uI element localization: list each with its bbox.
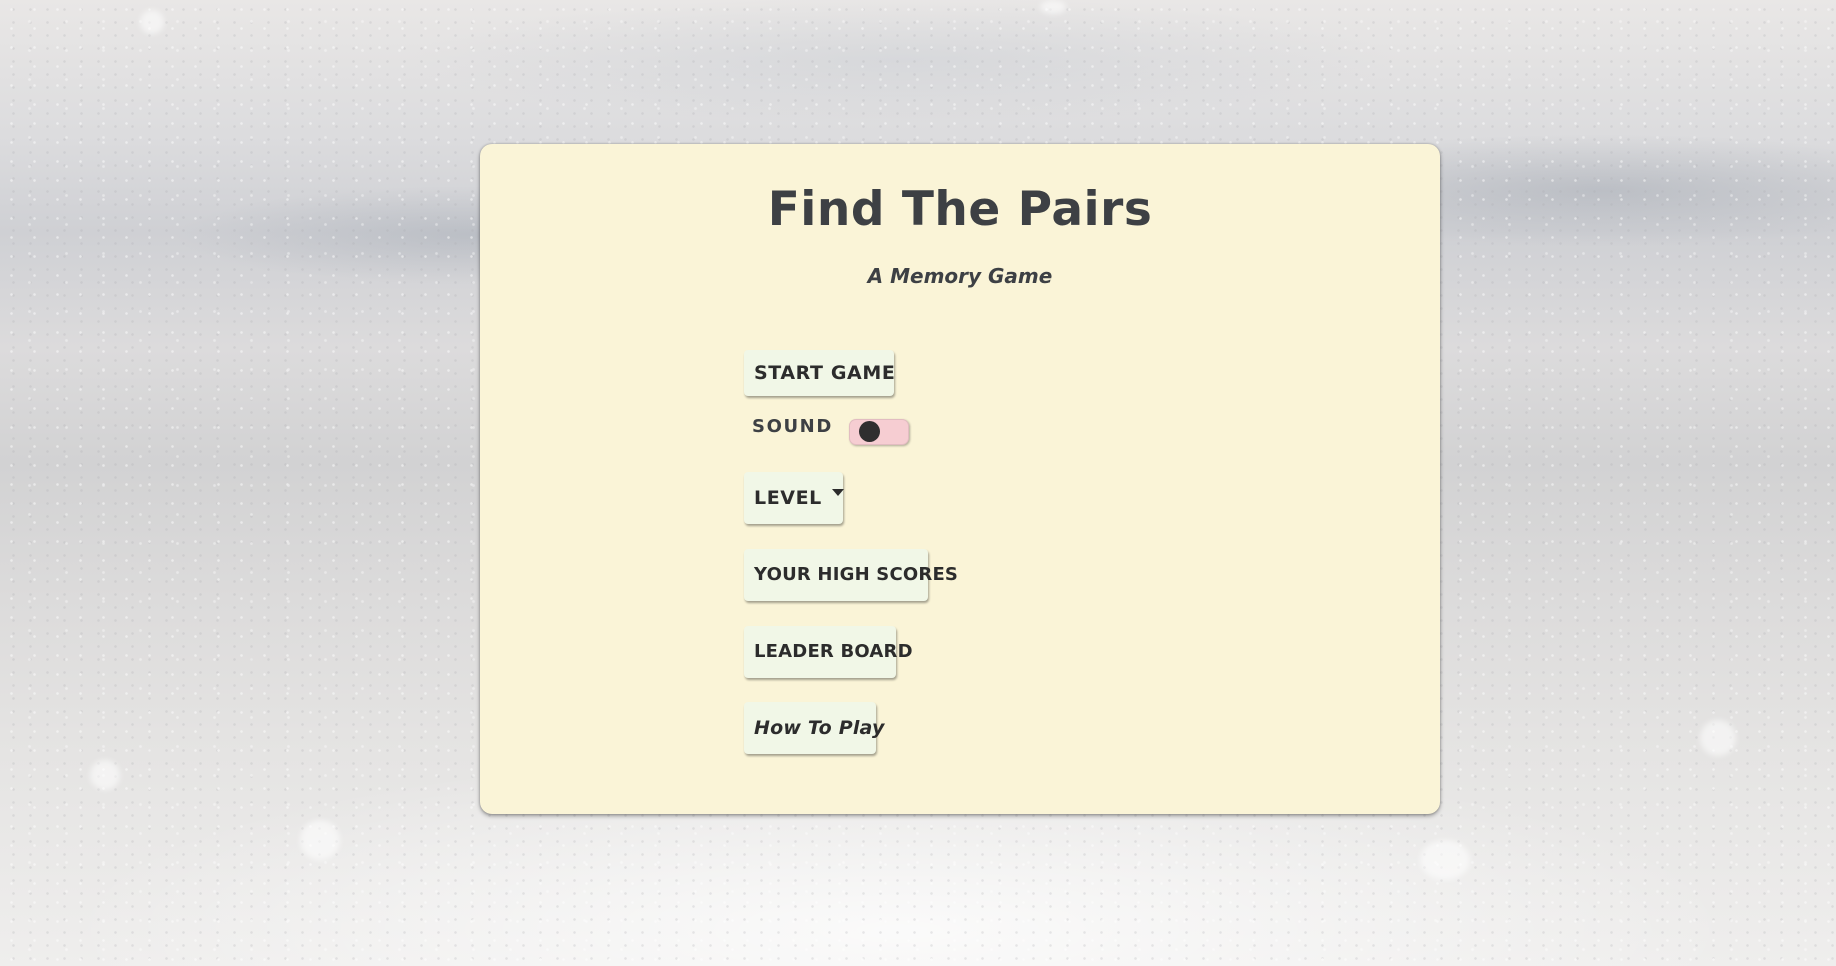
start-game-button[interactable]: START GAME — [744, 350, 895, 396]
sound-label: SOUND — [752, 416, 833, 437]
how-to-play-button[interactable]: How To Play — [744, 702, 884, 754]
bokeh-light — [1700, 720, 1736, 756]
sound-toggle-knob — [859, 421, 880, 442]
game-title: Find The Pairs — [767, 182, 1153, 237]
chevron-down-icon — [831, 489, 844, 496]
game-subtitle: A Memory Game — [867, 264, 1053, 288]
bokeh-light — [1420, 840, 1470, 880]
level-label: LEVEL — [754, 487, 822, 509]
sound-toggle[interactable] — [849, 419, 909, 445]
bokeh-light — [140, 10, 164, 34]
bokeh-light — [1040, 0, 1066, 14]
level-dropdown-button[interactable]: LEVEL — [744, 472, 844, 524]
bokeh-light — [90, 760, 120, 790]
high-scores-button[interactable]: YOUR HIGH SCORES — [744, 549, 958, 601]
main-menu-card: Find The Pairs A Memory Game START GAME … — [480, 144, 1440, 814]
bokeh-light — [300, 820, 340, 860]
leader-board-button[interactable]: LEADER BOARD — [744, 626, 913, 678]
